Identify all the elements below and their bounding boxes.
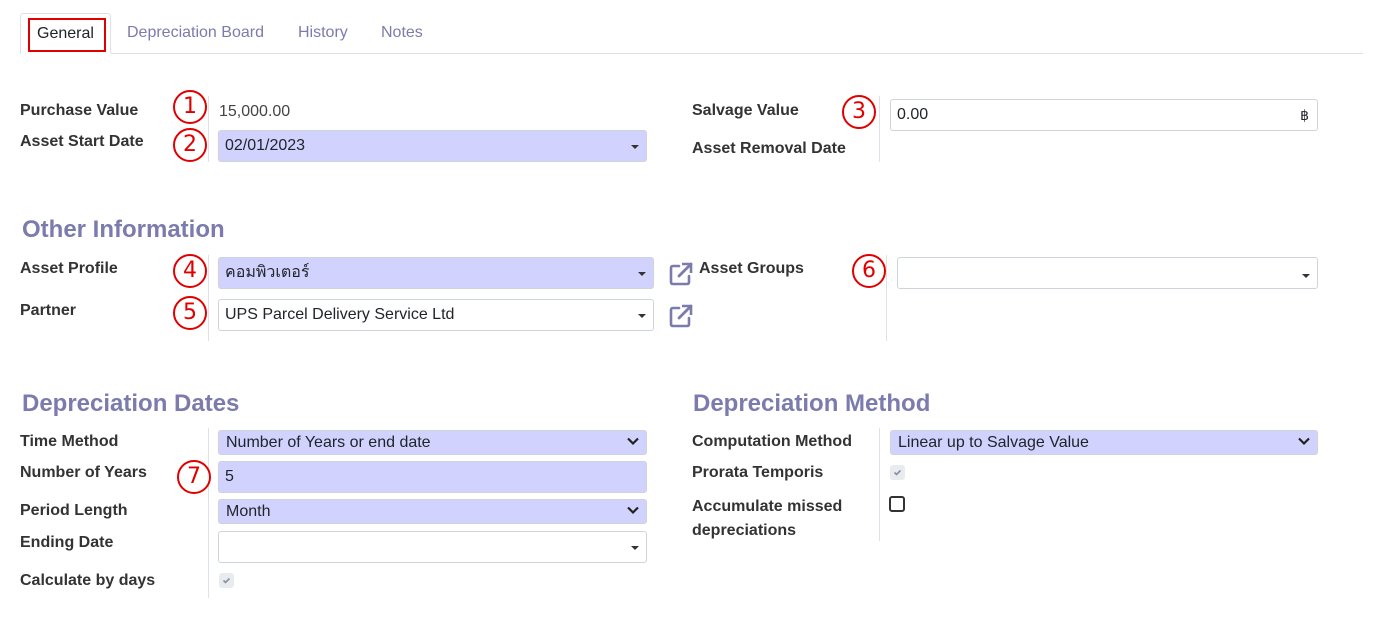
caret-down-icon [638, 314, 646, 318]
annotation-marker-5: 5 [173, 296, 207, 330]
ending-date-label: Ending Date [20, 534, 114, 551]
calculate-by-days-checkbox[interactable] [219, 573, 234, 588]
period-length-label: Period Length [20, 502, 128, 519]
caret-down-icon [631, 546, 639, 550]
computation-method-label: Computation Method [692, 433, 852, 450]
partner-select[interactable]: UPS Parcel Delivery Service Ltd [218, 299, 654, 331]
calculate-by-days-label: Calculate by days [20, 572, 156, 589]
annotation-marker-7: 7 [177, 460, 211, 494]
tab-bar: General Depreciation Board History Notes [20, 13, 1363, 54]
other-information-title: Other Information [22, 216, 225, 243]
computation-method-select[interactable]: Linear up to Salvage Value [890, 430, 1318, 455]
period-length-value: Month [226, 503, 271, 520]
asset-removal-date-label: Asset Removal Date [692, 140, 846, 157]
tab-depreciation-board[interactable]: Depreciation Board [127, 13, 264, 54]
depreciation-dates-title: Depreciation Dates [22, 390, 240, 417]
field-divider [879, 428, 880, 541]
asset-groups-label: Asset Groups [699, 260, 804, 277]
caret-down-icon [1302, 274, 1310, 278]
external-link-icon[interactable] [668, 261, 694, 287]
tab-notes[interactable]: Notes [381, 13, 423, 54]
depreciation-method-title: Depreciation Method [693, 390, 931, 417]
annotation-marker-3: 3 [842, 95, 876, 129]
annotation-marker-4: 4 [173, 254, 207, 288]
annotation-marker-6: 6 [852, 254, 886, 288]
salvage-value-label: Salvage Value [692, 102, 799, 119]
ending-date-field[interactable] [218, 531, 647, 563]
accumulate-missed-label-line2: depreciations [692, 522, 797, 539]
number-of-years-label: Number of Years [20, 464, 147, 481]
asset-profile-value: คอมพิวเตอร์ [225, 264, 310, 281]
asset-profile-select[interactable]: คอมพิวเตอร์ [218, 257, 654, 289]
asset-start-date-field[interactable]: 02/01/2023 [218, 130, 647, 162]
asset-profile-label: Asset Profile [20, 260, 118, 277]
accumulate-missed-checkbox[interactable] [889, 496, 905, 512]
purchase-value: 15,000.00 [219, 103, 291, 120]
tab-history-label: History [298, 24, 348, 41]
salvage-value: 0.00 [897, 106, 929, 123]
field-divider [208, 428, 209, 598]
asset-start-date-value: 02/01/2023 [225, 137, 306, 154]
prorata-temporis-label: Prorata Temporis [692, 464, 824, 481]
time-method-select[interactable]: Number of Years or end date [218, 430, 647, 455]
chevron-down-icon [1298, 437, 1310, 446]
check-icon [893, 469, 902, 476]
tab-general[interactable]: General [20, 13, 111, 54]
tab-general-label: General [37, 25, 94, 42]
partner-label: Partner [20, 302, 77, 319]
accumulate-missed-label: Accumulate missed depreciations [692, 495, 842, 543]
number-of-years-value: 5 [225, 468, 234, 485]
number-of-years-input[interactable]: 5 [218, 461, 647, 493]
tab-notes-label: Notes [381, 24, 423, 41]
asset-start-date-label: Asset Start Date [20, 133, 144, 150]
salvage-value-input[interactable]: 0.00 ฿ [890, 99, 1318, 131]
asset-groups-select[interactable] [897, 257, 1318, 289]
chevron-down-icon [627, 437, 639, 446]
tab-history[interactable]: History [298, 13, 348, 54]
prorata-temporis-checkbox[interactable] [890, 465, 905, 480]
external-link-icon[interactable] [668, 303, 694, 329]
currency-symbol: ฿ [1300, 107, 1309, 123]
time-method-value: Number of Years or end date [226, 434, 431, 451]
field-divider [886, 255, 887, 341]
caret-down-icon [638, 272, 646, 276]
accumulate-missed-label-line1: Accumulate missed [692, 498, 843, 515]
caret-down-icon [631, 145, 639, 149]
chevron-down-icon [627, 506, 639, 515]
field-divider [208, 96, 209, 162]
check-icon [222, 577, 231, 584]
period-length-select[interactable]: Month [218, 499, 647, 524]
annotation-marker-2: 2 [173, 128, 207, 162]
partner-value: UPS Parcel Delivery Service Ltd [225, 306, 455, 323]
time-method-label: Time Method [20, 433, 119, 450]
annotation-marker-1: 1 [173, 90, 207, 124]
purchase-value-label: Purchase Value [20, 102, 139, 119]
field-divider [879, 96, 880, 162]
tab-depreciation-board-label: Depreciation Board [127, 24, 264, 41]
computation-method-value: Linear up to Salvage Value [898, 434, 1089, 451]
field-divider [208, 255, 209, 341]
